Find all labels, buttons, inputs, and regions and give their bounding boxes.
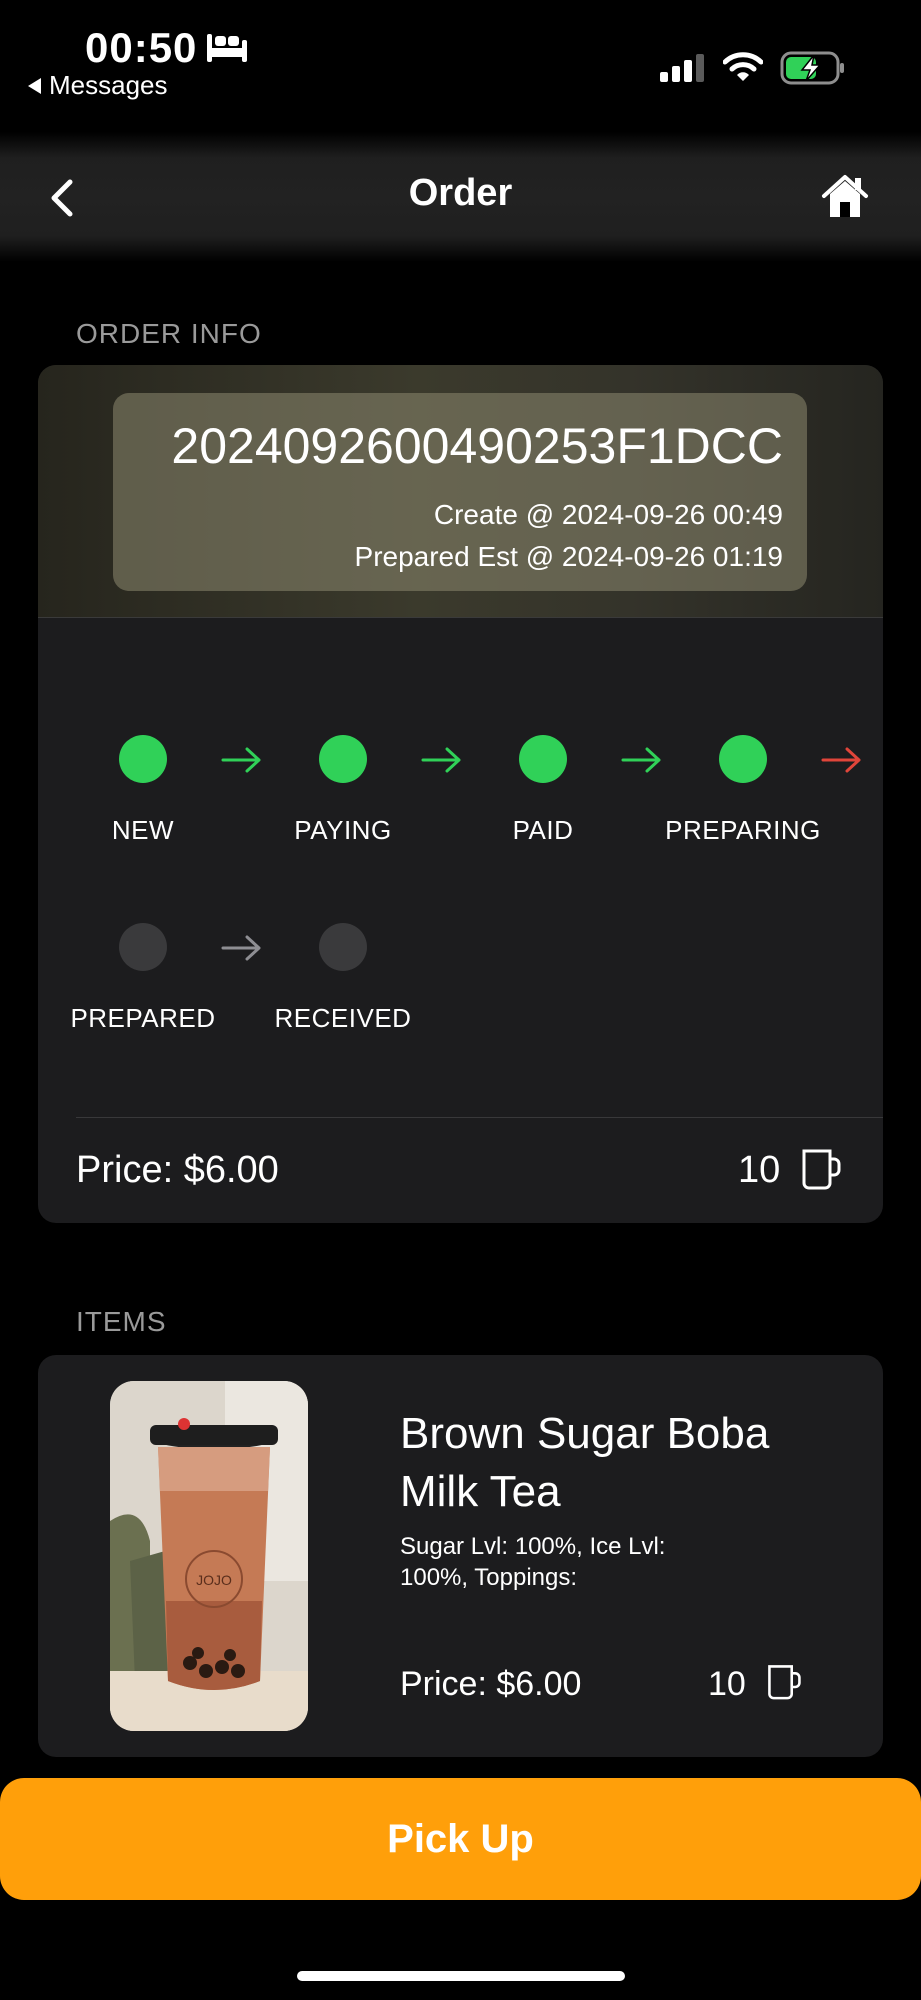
order-header: 2024092600490253F1DCC Create @ 2024-09-2… — [38, 365, 883, 618]
step-dot-received — [319, 923, 367, 971]
order-id-box: 2024092600490253F1DCC Create @ 2024-09-2… — [113, 393, 807, 591]
step-dot-paid — [519, 735, 567, 783]
boba-cup-illustration: JOJO — [110, 1381, 308, 1731]
item-price: Price: $6.00 — [400, 1665, 582, 1703]
order-info-card: 2024092600490253F1DCC Create @ 2024-09-2… — [38, 365, 883, 1223]
items-section-label: ITEMS — [76, 1306, 167, 1337]
cup-icon — [768, 1665, 801, 1700]
created-timestamp: Create @ 2024-09-26 00:49 — [433, 499, 783, 530]
step-dot-preparing — [719, 735, 767, 783]
arrow-right-icon — [221, 935, 261, 961]
status-time: 00:50 — [85, 24, 198, 71]
signal-icon — [660, 54, 704, 82]
step-label-received: RECEIVED — [274, 1003, 412, 1033]
arrow-right-icon — [821, 747, 861, 773]
cup-logo-text: JOJO — [196, 1572, 232, 1588]
step-label-paid: PAID — [512, 815, 574, 845]
item-count: 10 — [708, 1665, 746, 1703]
back-triangle-icon — [28, 77, 41, 94]
divider — [76, 1117, 883, 1118]
order-id: 2024092600490253F1DCC — [171, 418, 783, 474]
home-indicator — [297, 1971, 625, 1981]
item-description: Sugar Lvl: 100%, Ice Lvl: 100%, Toppings… — [400, 1533, 666, 1591]
step-label-paying: PAYING — [294, 815, 392, 845]
pick-up-button[interactable]: Pick Up — [0, 1778, 921, 1900]
order-price: Price: $6.00 — [76, 1149, 279, 1191]
arrow-right-icon — [621, 747, 661, 773]
bed-icon — [207, 34, 247, 62]
step-label-new: NEW — [111, 815, 175, 845]
battery-charging-icon — [780, 51, 844, 85]
item-image: JOJO — [110, 1381, 308, 1731]
step-label-preparing: PREPARING — [665, 815, 821, 845]
item-card[interactable]: JOJO Brown Sugar Boba Milk Tea Sugar Lvl… — [38, 1355, 883, 1757]
arrow-right-icon — [421, 747, 461, 773]
home-icon[interactable] — [820, 172, 870, 222]
back-app-label: Messages — [49, 70, 168, 100]
arrow-right-icon — [221, 747, 261, 773]
order-count: 10 — [738, 1149, 781, 1191]
step-label-prepared: PREPARED — [70, 1003, 216, 1033]
step-dot-new — [119, 735, 167, 783]
wifi-icon — [723, 52, 763, 81]
back-to-messages-link[interactable]: Messages — [28, 70, 168, 101]
order-info-section-label: ORDER INFO — [76, 318, 262, 349]
prepared-estimate: Prepared Est @ 2024-09-26 01:19 — [354, 541, 783, 572]
item-name: Brown Sugar Boba Milk Tea — [400, 1409, 770, 1516]
step-dot-paying — [319, 735, 367, 783]
page-title: Order — [408, 172, 513, 214]
cup-icon — [802, 1149, 841, 1190]
step-dot-prepared — [119, 923, 167, 971]
